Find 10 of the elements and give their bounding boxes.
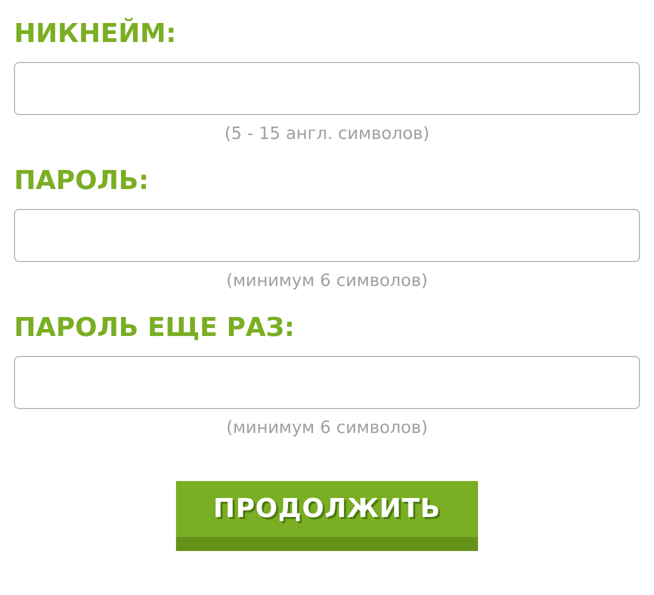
input-field[interactable] — [14, 209, 640, 262]
hint-text: (минимум 6 символов) — [226, 270, 428, 292]
field-label: НИКНЕЙМ: — [14, 16, 176, 51]
continue-button[interactable]: ПРОДОЛЖИТЬ — [176, 481, 478, 551]
field-label: ПАРОЛЬ ЕЩЕ РАЗ: — [14, 312, 295, 345]
hint-text: (минимум 6 символов) — [226, 417, 428, 439]
input-field[interactable] — [14, 356, 640, 409]
input-field[interactable] — [14, 62, 640, 115]
field-label: ПАРОЛЬ: — [14, 165, 149, 198]
hint-text: (5 - 15 англ. символов) — [224, 123, 430, 145]
